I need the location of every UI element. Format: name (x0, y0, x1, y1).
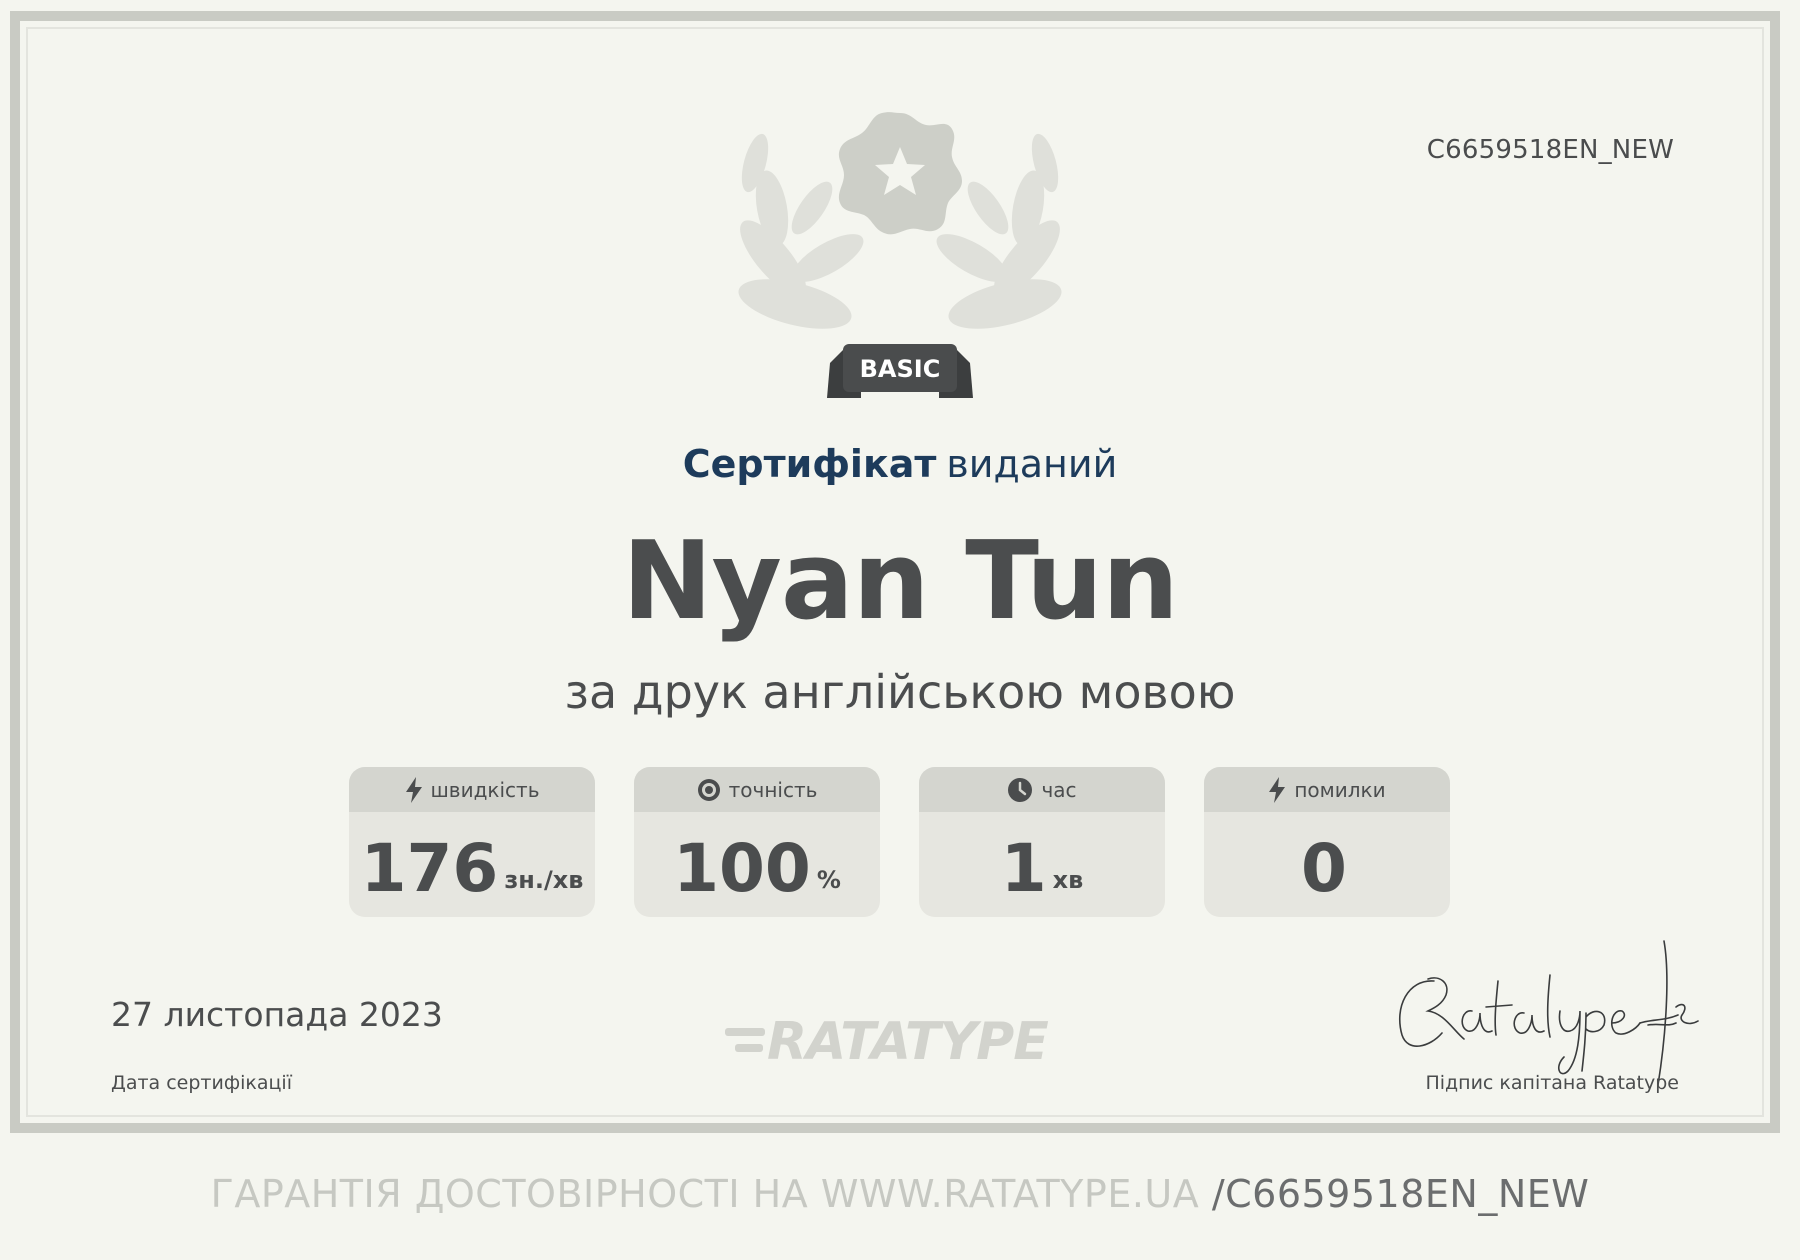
stat-label: час (1041, 777, 1077, 802)
lightning-icon (405, 776, 422, 803)
stat-unit: % (816, 866, 841, 894)
target-icon (697, 778, 720, 801)
headline-light: виданий (946, 442, 1118, 486)
stat-label: швидкість (430, 777, 540, 802)
lightning-icon (1269, 776, 1286, 803)
certificate-id: C6659518EN_NEW (1426, 135, 1674, 165)
logo-text: RATATYPE (767, 1012, 1049, 1072)
stat-value: 0 (1301, 830, 1347, 907)
ratatype-logo: RATATYPE (723, 1014, 1073, 1070)
laurel-emblem-icon: BASIC (738, 112, 1062, 398)
stat-card-time: час 1 хв (919, 767, 1165, 917)
stat-value: 176 (360, 830, 499, 907)
stat-body: 0 (1204, 812, 1450, 917)
stat-unit: хв (1052, 866, 1084, 894)
signature-caption: Підпис капітана Ratatype (1425, 1072, 1679, 1094)
badge-label: BASIC (860, 355, 941, 383)
certification-date-caption: Дата сертифікації (111, 1072, 292, 1094)
footer-prefix: ГАРАНТІЯ ДОСТОВІРНОСТІ НА WWW.RATATYPE.U… (210, 1172, 1200, 1216)
stat-card-errors: помилки 0 (1204, 767, 1450, 917)
logo-speed-lines-icon (725, 1028, 765, 1052)
recipient-name: Nyan Tun (622, 519, 1179, 644)
certificate-subtitle: за друк англійською мовою (564, 665, 1236, 719)
stat-value: 100 (673, 830, 811, 907)
certification-date: 27 листопада 2023 (111, 995, 443, 1034)
stat-body: 100 % (634, 812, 880, 917)
certificate-headline: Сертифікат виданий (0, 442, 1800, 486)
stat-header: помилки (1204, 767, 1450, 812)
stat-unit: зн./хв (504, 866, 584, 894)
verification-footer: ГАРАНТІЯ ДОСТОВІРНОСТІ НА WWW.RATATYPE.U… (0, 1172, 1800, 1216)
footer-suffix: /C6659518EN_NEW (1211, 1172, 1590, 1216)
stat-header: час (919, 767, 1165, 812)
stat-label: точність (728, 777, 818, 802)
headline-strong: Сертифікат (682, 442, 937, 486)
stat-value: 1 (1000, 830, 1047, 907)
stats-row: швидкість 176 зн./хв точність 100 % час … (349, 767, 1451, 917)
stat-card-speed: швидкість 176 зн./хв (349, 767, 595, 917)
stat-body: 176 зн./хв (349, 812, 595, 917)
stat-card-accuracy: точність 100 % (634, 767, 880, 917)
clock-icon (1008, 777, 1033, 802)
stat-header: швидкість (349, 767, 595, 812)
stat-header: точність (634, 767, 880, 812)
stat-label: помилки (1294, 777, 1386, 802)
stat-body: 1 хв (919, 812, 1165, 917)
